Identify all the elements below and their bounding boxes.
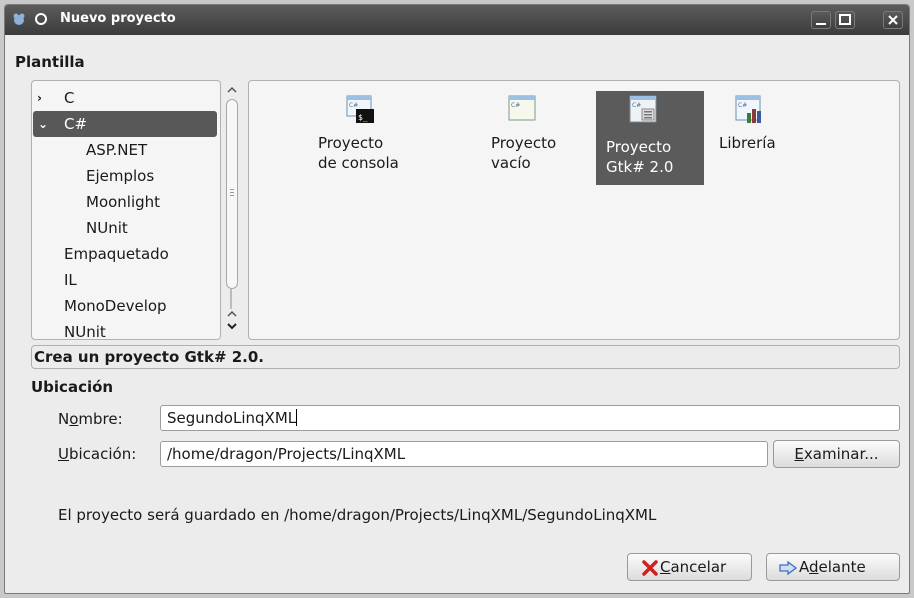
name-label: Nombre:: [58, 410, 123, 428]
template-empty-project[interactable]: C# Proyecto vacío: [486, 91, 586, 181]
minimize-button[interactable]: [811, 11, 831, 29]
title-bar: Nuevo proyecto: [5, 5, 909, 35]
app-logo-icon: [13, 13, 25, 25]
tree-item-c[interactable]: › C: [32, 85, 218, 111]
chevron-right-icon: ›: [37, 91, 42, 105]
tree-item-nunit-csharp[interactable]: NUnit: [32, 215, 218, 241]
scroll-track: [230, 289, 232, 309]
scroll-up-icon[interactable]: [226, 85, 238, 95]
svg-text:C#: C#: [511, 102, 520, 109]
location-heading: Ubicación: [31, 378, 114, 396]
tree-scrollbar[interactable]: [221, 83, 243, 339]
tree-item-nunit[interactable]: NUnit: [32, 319, 218, 339]
library-project-icon: C#: [735, 95, 761, 123]
location-label: Ubicación:: [58, 445, 137, 463]
text-cursor: [296, 409, 298, 426]
close-icon: [888, 15, 898, 25]
next-button[interactable]: Adelante: [766, 553, 900, 581]
tree-item-ejemplos[interactable]: Ejemplos: [32, 163, 218, 189]
window-menu-icon[interactable]: [33, 11, 49, 27]
chevron-down-icon: ⌄: [38, 117, 49, 131]
scroll-down-icon[interactable]: [226, 321, 238, 331]
cancel-x-icon: [642, 560, 658, 576]
maximize-icon: [839, 14, 851, 25]
svg-text:$_: $_: [358, 113, 368, 122]
minimize-icon: [816, 23, 826, 25]
gtk-project-icon: C#: [629, 95, 657, 123]
empty-project-icon: C#: [508, 95, 536, 121]
template-library-project[interactable]: C# Librería: [719, 91, 809, 181]
templates-panel[interactable]: C# $_ Proyecto de consola C# Proyecto va…: [248, 80, 900, 340]
name-field[interactable]: SegundoLinqXML: [160, 405, 900, 431]
maximize-button[interactable]: [835, 11, 855, 29]
tree-item-monodevelop[interactable]: MonoDevelop: [32, 293, 218, 319]
svg-text:C#: C#: [349, 102, 358, 109]
window-title: Nuevo proyecto: [60, 11, 176, 26]
tree-item-csharp[interactable]: ⌄ C#: [33, 111, 217, 137]
close-button[interactable]: [883, 11, 903, 29]
save-path-note: El proyecto será guardado en /home/drago…: [58, 506, 657, 524]
location-field[interactable]: /home/dragon/Projects/LinqXML: [160, 441, 768, 467]
scroll-thumb[interactable]: [226, 99, 238, 289]
svg-text:C#: C#: [738, 102, 747, 109]
tree-item-aspnet[interactable]: ASP.NET: [32, 137, 218, 163]
tree-item-empaquetado[interactable]: Empaquetado: [32, 241, 218, 267]
forward-arrow-icon: [779, 561, 797, 575]
scroll-up-small-icon[interactable]: [226, 309, 238, 319]
svg-text:C#: C#: [632, 102, 641, 109]
new-project-dialog: Nuevo proyecto Plantilla › C ⌄ C# ASP.NE…: [4, 4, 910, 594]
browse-button[interactable]: Examinar...: [773, 440, 900, 468]
template-heading: Plantilla: [15, 53, 85, 71]
template-gtk-project[interactable]: C# Proyecto Gtk# 2.0: [596, 91, 704, 185]
category-tree[interactable]: › C ⌄ C# ASP.NET Ejemplos Moonlight NUni…: [31, 80, 221, 340]
tree-item-moonlight[interactable]: Moonlight: [32, 189, 218, 215]
tree-item-il[interactable]: IL: [32, 267, 218, 293]
template-console-project[interactable]: C# $_ Proyecto de consola: [313, 91, 423, 181]
console-project-icon: C# $_: [346, 95, 374, 123]
cancel-button[interactable]: Cancelar: [627, 553, 752, 581]
template-description: Crea un proyecto Gtk# 2.0.: [31, 345, 900, 369]
